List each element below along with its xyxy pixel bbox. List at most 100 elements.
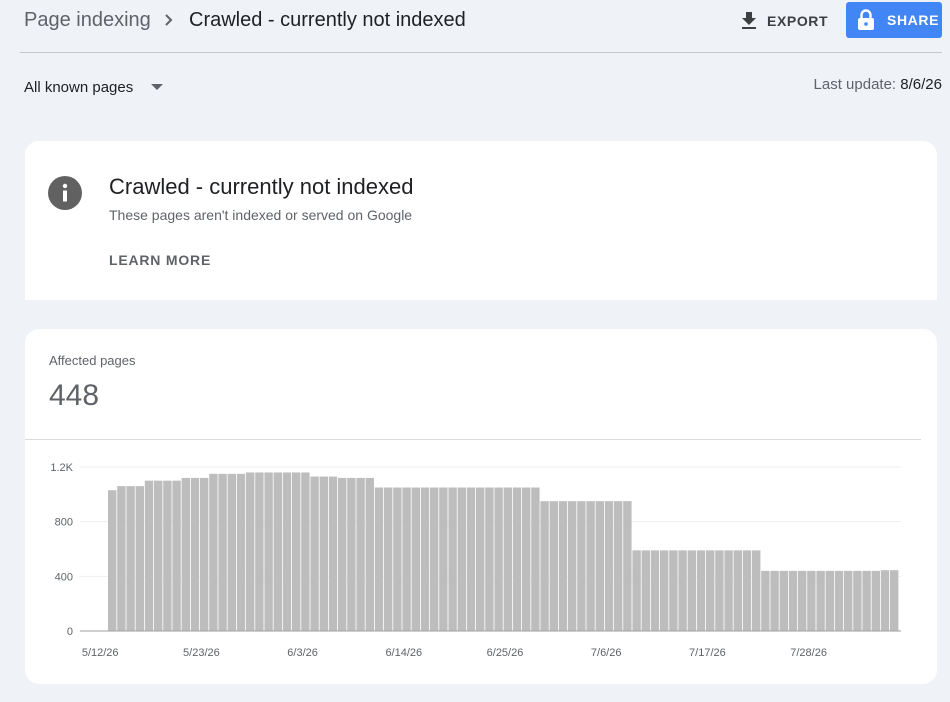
chart-bar (752, 550, 761, 631)
metric-value: 448 (49, 379, 100, 412)
learn-more-link[interactable]: LEARN MORE (109, 252, 211, 268)
page-filter-value: All known pages (24, 78, 134, 96)
chart-bar (135, 486, 144, 631)
chart-bar (117, 486, 126, 631)
chart-bar (650, 550, 660, 631)
chart-bar (586, 501, 595, 631)
chart-bar (374, 487, 384, 631)
chart-bar (328, 476, 338, 631)
chart-bar (862, 570, 871, 631)
share-button[interactable]: SHARE (846, 2, 942, 38)
chart-bar (476, 487, 485, 631)
breadcrumb-page-indexing[interactable]: Page indexing (24, 9, 151, 32)
chart-bar (338, 477, 347, 631)
issue-info-card: Crawled - currently not indexed These pa… (25, 141, 937, 300)
x-tick-label: 7/17/26 (689, 647, 726, 659)
share-label: SHARE (887, 12, 940, 28)
affected-pages-chart: 0 400 800 1.2K 5/12/26 5/23/26 6/3/26 6/14/26 6/… (50, 462, 901, 659)
chart-bar (384, 487, 393, 631)
chart-bar (273, 472, 282, 631)
chart-bar (448, 487, 457, 631)
chart-bar (724, 550, 733, 631)
chart-bar (798, 570, 807, 631)
chart-bar (282, 472, 292, 631)
header-divider (20, 52, 942, 53)
chart-bar (540, 501, 549, 631)
chart-bar (687, 550, 696, 631)
chart-bar (172, 480, 181, 631)
chart-bar (816, 570, 825, 631)
metric-divider (25, 439, 921, 440)
chart-bar (512, 487, 522, 631)
x-tick-label: 6/25/26 (487, 647, 524, 659)
last-update-label: Last update: (813, 76, 897, 93)
page-filter-dropdown[interactable]: All known pages (24, 76, 164, 98)
chart-bar (706, 550, 715, 631)
chart-bar (660, 550, 669, 631)
chart-bar (669, 550, 678, 631)
chart-bar (144, 480, 154, 631)
chart-bar (356, 477, 365, 631)
last-update: Last update: 8/6/26 (814, 76, 942, 93)
chart-bar (844, 570, 853, 631)
x-tick-label: 6/14/26 (385, 647, 422, 659)
chart-bar (209, 473, 218, 631)
chart-bar (531, 487, 540, 631)
chart-bar (623, 501, 632, 631)
x-tick-label: 7/28/26 (790, 647, 827, 659)
issue-title: Crawled - currently not indexed (109, 174, 414, 199)
chart-bar (522, 487, 531, 631)
chart-bar (181, 477, 190, 631)
chart-bar (347, 477, 356, 631)
x-tick-label: 5/12/26 (82, 647, 119, 659)
chart-bar (604, 501, 614, 631)
chart-bar (163, 480, 172, 631)
chart-bar (614, 501, 623, 631)
chart-bar (457, 487, 466, 631)
y-tick-label: 1.2K (50, 462, 73, 474)
chart-bar (246, 472, 255, 631)
chart-bar (200, 477, 209, 631)
x-tick-label: 7/6/26 (591, 647, 622, 659)
chart-bar (310, 476, 319, 631)
chart-bar (641, 550, 650, 631)
chart-bar (503, 487, 512, 631)
chart-bar (788, 570, 798, 631)
chart-bar (236, 473, 246, 631)
chart-bar (779, 570, 788, 631)
chart-bar (595, 501, 604, 631)
chart-bar (770, 570, 779, 631)
chart-bar (393, 487, 402, 631)
chart-bar (549, 501, 558, 631)
metric-label: Affected pages (49, 353, 136, 368)
chart-bar (108, 490, 117, 631)
affected-pages-card: Affected pages 448 0 400 800 1.2K 5/12/26 5/2… (25, 329, 937, 684)
last-update-value: 8/6/26 (900, 76, 942, 93)
info-icon (48, 176, 82, 210)
lock-icon (858, 9, 874, 30)
chart-bar (871, 570, 880, 631)
chart-bar (742, 550, 752, 631)
chart-bar (853, 570, 862, 631)
y-tick-label: 0 (67, 626, 73, 638)
chart-bar (126, 486, 135, 631)
chart-bar (494, 487, 503, 631)
y-tick-label: 400 (55, 571, 73, 583)
chart-bar (715, 550, 724, 631)
chart-bar (761, 570, 770, 631)
chart-bar (190, 477, 200, 631)
issue-description: These pages aren't indexed or served on … (109, 207, 413, 223)
chart-bar (880, 570, 890, 631)
chart-bar (227, 473, 236, 631)
chart-bar (430, 487, 439, 631)
caret-down-icon (151, 84, 164, 90)
chart-bar (485, 487, 494, 631)
export-button[interactable]: EXPORT (741, 8, 828, 34)
chart-bar (834, 570, 844, 631)
x-tick-label: 5/23/26 (183, 647, 220, 659)
chart-bar (411, 487, 420, 631)
chart-bar (568, 501, 577, 631)
chart-bar (264, 472, 273, 631)
y-tick-label: 800 (55, 517, 73, 529)
chart-bar (420, 487, 430, 631)
